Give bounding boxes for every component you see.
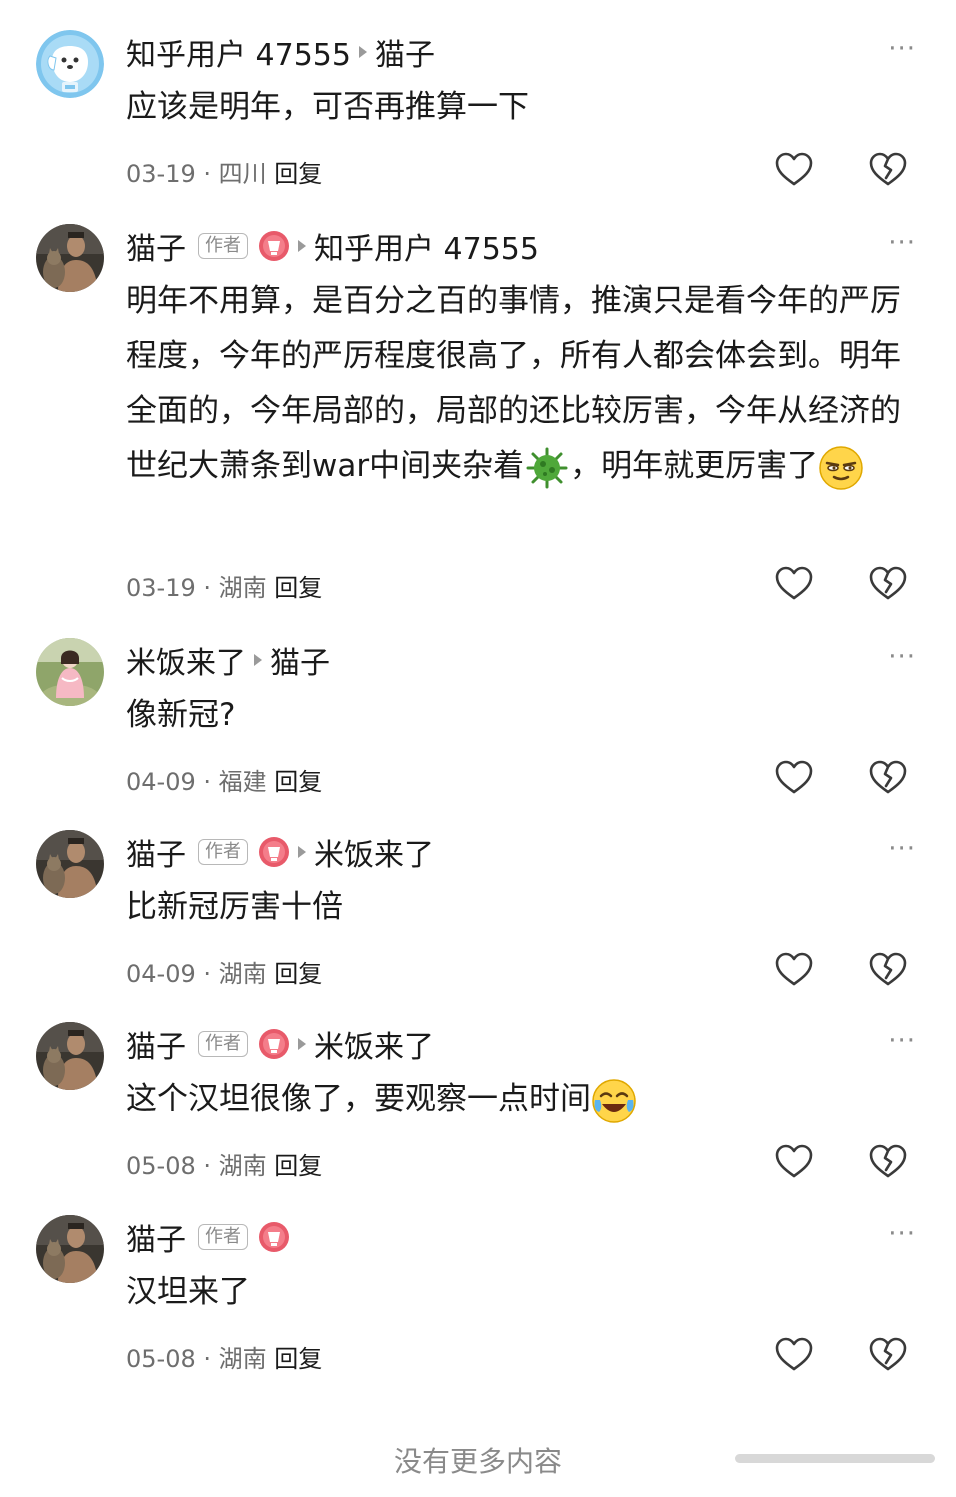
comment-header: 猫子 作者 xyxy=(126,1215,290,1259)
comment-text: 这个汉坦很像了，要观察一点时间 xyxy=(126,1081,591,1117)
comment-date: 04-09 xyxy=(126,960,196,988)
heart-icon[interactable] xyxy=(774,1142,814,1182)
reply-arrow-icon xyxy=(254,654,262,666)
more-icon[interactable]: ··· xyxy=(888,1221,916,1247)
smirk-emoji xyxy=(819,445,863,490)
reply-to-name[interactable]: 知乎用户 47555 xyxy=(314,224,539,268)
comment-meta: 03-19 · 湖南 回复 xyxy=(126,568,322,603)
avatar[interactable] xyxy=(36,638,104,706)
heart-icon[interactable] xyxy=(774,150,814,190)
meta-separator: · xyxy=(195,768,219,796)
meta-separator: · xyxy=(195,160,219,188)
home-indicator[interactable] xyxy=(735,1454,935,1463)
avatar[interactable] xyxy=(36,1215,104,1283)
comment-header: 猫子 作者 米饭来了 xyxy=(126,830,434,874)
avatar[interactable] xyxy=(36,830,104,898)
comment-header: 猫子 作者 知乎用户 47555 xyxy=(126,224,539,268)
reply-arrow-icon xyxy=(298,240,306,252)
comment-meta: 05-08 · 湖南 回复 xyxy=(126,1146,322,1181)
medal-icon xyxy=(259,1029,289,1059)
medal-icon xyxy=(259,837,289,867)
author-badge: 作者 xyxy=(198,1224,248,1250)
comment-header: 米饭来了 猫子 xyxy=(126,638,330,682)
comment-location: 福建 xyxy=(218,768,267,796)
meta-separator: · xyxy=(195,1152,219,1180)
medal-icon xyxy=(259,231,289,261)
reply-to-name[interactable]: 猫子 xyxy=(375,30,435,74)
comment-header: 猫子 作者 米饭来了 xyxy=(126,1022,434,1066)
medal-icon xyxy=(259,1222,289,1252)
reply-button[interactable]: 回复 xyxy=(274,1152,322,1180)
meta-separator: · xyxy=(195,1345,219,1373)
author-badge: 作者 xyxy=(198,839,248,865)
comment-text: ，明年就更厉害了 xyxy=(570,448,819,484)
reply-button[interactable]: 回复 xyxy=(274,768,322,796)
more-icon[interactable]: ··· xyxy=(888,36,916,62)
avatar[interactable] xyxy=(36,1022,104,1090)
comment-location: 湖南 xyxy=(218,960,267,988)
author-badge: 作者 xyxy=(198,1031,248,1057)
comment-meta: 04-09 · 湖南 回复 xyxy=(126,954,322,989)
comment-content: 应该是明年，可否再推算一下 xyxy=(126,89,529,125)
avatar[interactable] xyxy=(36,30,104,98)
comment-date: 05-08 xyxy=(126,1152,196,1180)
reply-button[interactable]: 回复 xyxy=(274,574,322,602)
reply-to-name[interactable]: 米饭来了 xyxy=(314,1022,434,1066)
broken-heart-icon[interactable] xyxy=(868,564,908,604)
more-icon[interactable]: ··· xyxy=(888,644,916,670)
broken-heart-icon[interactable] xyxy=(868,150,908,190)
heart-icon[interactable] xyxy=(774,758,814,798)
virus-emoji xyxy=(526,447,568,488)
comment-meta: 04-09 · 福建 回复 xyxy=(126,762,322,797)
author-name[interactable]: 猫子 xyxy=(126,1215,186,1259)
comment-date: 03-19 xyxy=(126,574,196,602)
reply-button[interactable]: 回复 xyxy=(274,1345,322,1373)
more-icon[interactable]: ··· xyxy=(888,230,916,256)
author-name[interactable]: 猫子 xyxy=(126,1022,186,1066)
comment-meta: 03-19 · 四川 回复 xyxy=(126,154,322,189)
broken-heart-icon[interactable] xyxy=(868,1335,908,1375)
author-name[interactable]: 米饭来了 xyxy=(126,638,246,682)
more-icon[interactable]: ··· xyxy=(888,1028,916,1054)
comment-content: 汉坦来了 xyxy=(126,1274,250,1310)
comment-date: 05-08 xyxy=(126,1345,196,1373)
broken-heart-icon[interactable] xyxy=(868,758,908,798)
reply-arrow-icon xyxy=(298,846,306,858)
broken-heart-icon[interactable] xyxy=(868,950,908,990)
heart-icon[interactable] xyxy=(774,564,814,604)
reply-to-name[interactable]: 猫子 xyxy=(270,638,330,682)
comment-location: 湖南 xyxy=(218,574,267,602)
reply-to-name[interactable]: 米饭来了 xyxy=(314,830,434,874)
heart-icon[interactable] xyxy=(774,1335,814,1375)
avatar[interactable] xyxy=(36,224,104,292)
comment-location: 四川 xyxy=(218,160,267,188)
author-name[interactable]: 猫子 xyxy=(126,830,186,874)
comment-content: 这个汉坦很像了，要观察一点时间 xyxy=(126,1072,916,1127)
comment-location: 湖南 xyxy=(218,1152,267,1180)
author-name[interactable]: 知乎用户 47555 xyxy=(126,30,351,74)
comment-date: 04-09 xyxy=(126,768,196,796)
crying-laughing-emoji xyxy=(592,1078,636,1123)
reply-button[interactable]: 回复 xyxy=(274,160,322,188)
more-icon[interactable]: ··· xyxy=(888,836,916,862)
meta-separator: · xyxy=(195,960,219,988)
reply-arrow-icon xyxy=(298,1038,306,1050)
comment-content: 像新冠? xyxy=(126,697,236,733)
comment-content: 比新冠厉害十倍 xyxy=(126,889,343,925)
author-name[interactable]: 猫子 xyxy=(126,224,186,268)
comment-meta: 05-08 · 湖南 回复 xyxy=(126,1339,322,1374)
comment-location: 湖南 xyxy=(218,1345,267,1373)
reply-button[interactable]: 回复 xyxy=(274,960,322,988)
reply-arrow-icon xyxy=(358,46,367,58)
comment-content: 明年不用算，是百分之百的事情，推演只是看今年的严厉程度，今年的严厉程度很高了，所… xyxy=(126,274,916,494)
comment-date: 03-19 xyxy=(126,160,196,188)
broken-heart-icon[interactable] xyxy=(868,1142,908,1182)
author-badge: 作者 xyxy=(198,233,248,259)
meta-separator: · xyxy=(195,574,219,602)
comment-header: 知乎用户 47555 猫子 xyxy=(126,30,435,74)
heart-icon[interactable] xyxy=(774,950,814,990)
